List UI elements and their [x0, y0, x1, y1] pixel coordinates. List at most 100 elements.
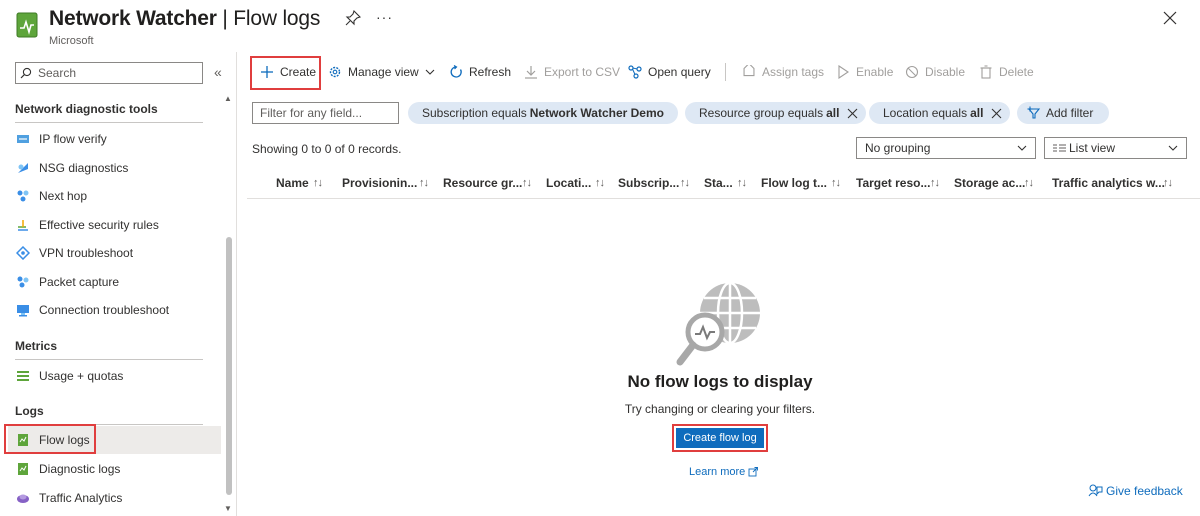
refresh-icon [450, 65, 462, 78]
sort-icon[interactable]: ↑↓ [831, 177, 841, 189]
column-header-target-resource[interactable]: Target reso... [856, 176, 930, 190]
create-highlight [250, 56, 321, 90]
sort-icon[interactable]: ↑↓ [737, 177, 747, 189]
chevron-down-icon [1017, 145, 1027, 151]
assign-tags-button[interactable]: Assign tags [742, 60, 824, 84]
view-dropdown[interactable]: List view [1044, 137, 1187, 159]
scroll-up-icon[interactable]: ▲ [224, 94, 232, 103]
records-count: Showing 0 to 0 of 0 records. [252, 142, 402, 156]
tag-icon [743, 65, 755, 77]
column-header-location[interactable]: Locati... [546, 176, 591, 190]
column-header-traffic-analytics[interactable]: Traffic analytics w... [1052, 176, 1165, 190]
sort-icon[interactable]: ↑↓ [930, 177, 940, 189]
sidebar-scrollbar-thumb[interactable] [226, 237, 232, 495]
sort-icon[interactable]: ↑↓ [595, 177, 605, 189]
page-header: Network Watcher | Flow logs Microsoft ··… [0, 0, 1200, 52]
pin-icon[interactable] [345, 10, 361, 26]
ip-flow-icon [17, 135, 29, 143]
page-subtitle: Microsoft [49, 35, 94, 47]
external-link-icon [748, 467, 759, 477]
remove-filter-icon[interactable] [991, 108, 1002, 119]
disable-button[interactable]: Disable [905, 60, 965, 84]
toolbar-separator [725, 63, 726, 81]
gear-icon [329, 66, 341, 78]
search-icon [20, 67, 32, 79]
sort-icon[interactable]: ↑↓ [522, 177, 532, 189]
traffic-analytics-icon [17, 494, 29, 503]
sidebar-item-usage-quotas[interactable]: Usage + quotas [8, 362, 221, 390]
flow-logs-highlight [4, 424, 96, 454]
divider [15, 122, 203, 123]
vpn-icon [16, 246, 30, 260]
sidebar-item-ip-flow-verify[interactable]: IP flow verify [8, 125, 221, 153]
filter-input[interactable]: Filter for any field... [252, 102, 399, 124]
sidebar-item-connection-troubleshoot[interactable]: Connection troubleshoot [8, 296, 221, 324]
download-icon [525, 66, 537, 79]
nsg-diagnostics-icon [18, 163, 28, 173]
sidebar-search-input[interactable]: Search [15, 62, 203, 84]
chevron-down-icon [1168, 145, 1178, 151]
add-filter-icon [1027, 106, 1041, 119]
refresh-button[interactable]: Refresh [449, 60, 511, 84]
add-filter-button[interactable]: Add filter [1017, 102, 1109, 124]
learn-more-link[interactable]: Learn more [689, 466, 759, 478]
location-filter-pill[interactable]: Location equals all [869, 102, 1011, 124]
enable-button[interactable]: Enable [836, 60, 893, 84]
empty-state-title: No flow logs to display [627, 372, 813, 391]
subscription-filter-pill[interactable]: Subscription equals Network Watcher Demo [408, 102, 678, 124]
close-icon[interactable] [1163, 11, 1177, 25]
sidebar-item-next-hop[interactable]: Next hop [8, 182, 221, 210]
block-icon [905, 65, 919, 79]
sidebar-item-effective-security-rules[interactable]: Effective security rules [8, 211, 221, 239]
sort-icon[interactable]: ↑↓ [1024, 177, 1034, 189]
sort-icon[interactable]: ↑↓ [313, 177, 323, 189]
section-logs: Logs [15, 404, 44, 418]
collapse-sidebar-icon[interactable]: « [214, 64, 222, 80]
sidebar-item-traffic-analytics[interactable]: Traffic Analytics [8, 484, 221, 512]
page-title: Network Watcher | Flow logs [49, 7, 321, 30]
next-hop-icon [17, 190, 29, 202]
open-query-button[interactable]: Open query [628, 60, 711, 84]
diagnostic-logs-icon [18, 463, 28, 475]
sidebar-item-vpn-troubleshoot[interactable]: VPN troubleshoot [8, 239, 221, 267]
give-feedback-link[interactable]: Give feedback [1088, 484, 1183, 498]
sort-icon[interactable]: ↑↓ [680, 177, 690, 189]
sort-icon[interactable]: ↑↓ [1163, 177, 1173, 189]
sidebar-item-nsg-diagnostics[interactable]: NSG diagnostics [8, 154, 221, 182]
more-options-icon[interactable]: ··· [376, 9, 393, 25]
column-header-provisioning[interactable]: Provisionin... [342, 176, 417, 190]
globe-search-icon [676, 281, 760, 366]
scroll-down-icon[interactable]: ▼ [224, 504, 232, 513]
header-divider [247, 198, 1200, 199]
column-header-subscription[interactable]: Subscrip... [618, 176, 679, 190]
packet-capture-icon [17, 276, 29, 288]
manage-view-button[interactable]: Manage view [328, 60, 435, 84]
column-header-resource-group[interactable]: Resource gr... [443, 176, 522, 190]
chevron-down-icon [425, 69, 435, 75]
feedback-icon [1088, 484, 1103, 497]
resource-group-filter-pill[interactable]: Resource group equals all [685, 102, 867, 124]
delete-button[interactable]: Delete [979, 60, 1034, 84]
divider [15, 359, 203, 360]
create-flow-log-highlight [672, 424, 768, 452]
grouping-dropdown[interactable]: No grouping [856, 137, 1036, 159]
sidebar-item-packet-capture[interactable]: Packet capture [8, 268, 221, 296]
sidebar-item-diagnostic-logs[interactable]: Diagnostic logs [8, 455, 221, 483]
remove-filter-icon[interactable] [847, 108, 858, 119]
column-header-flow-log-type[interactable]: Flow log t... [761, 176, 827, 190]
connection-icon [17, 305, 29, 317]
list-view-icon [1053, 144, 1066, 152]
export-csv-button[interactable]: Export to CSV [524, 60, 620, 84]
quotas-icon [17, 371, 29, 381]
section-network-diagnostic-tools: Network diagnostic tools [15, 102, 158, 116]
column-header-storage-account[interactable]: Storage ac... [954, 176, 1025, 190]
section-metrics: Metrics [15, 339, 58, 353]
empty-state-subtitle: Try changing or clearing your filters. [624, 402, 816, 416]
play-icon [838, 65, 849, 79]
query-icon [628, 65, 642, 79]
column-header-name[interactable]: Name [276, 176, 309, 190]
sidebar-divider [236, 52, 237, 516]
trash-icon [980, 65, 992, 79]
sort-icon[interactable]: ↑↓ [419, 177, 429, 189]
column-header-status[interactable]: Sta... [704, 176, 733, 190]
